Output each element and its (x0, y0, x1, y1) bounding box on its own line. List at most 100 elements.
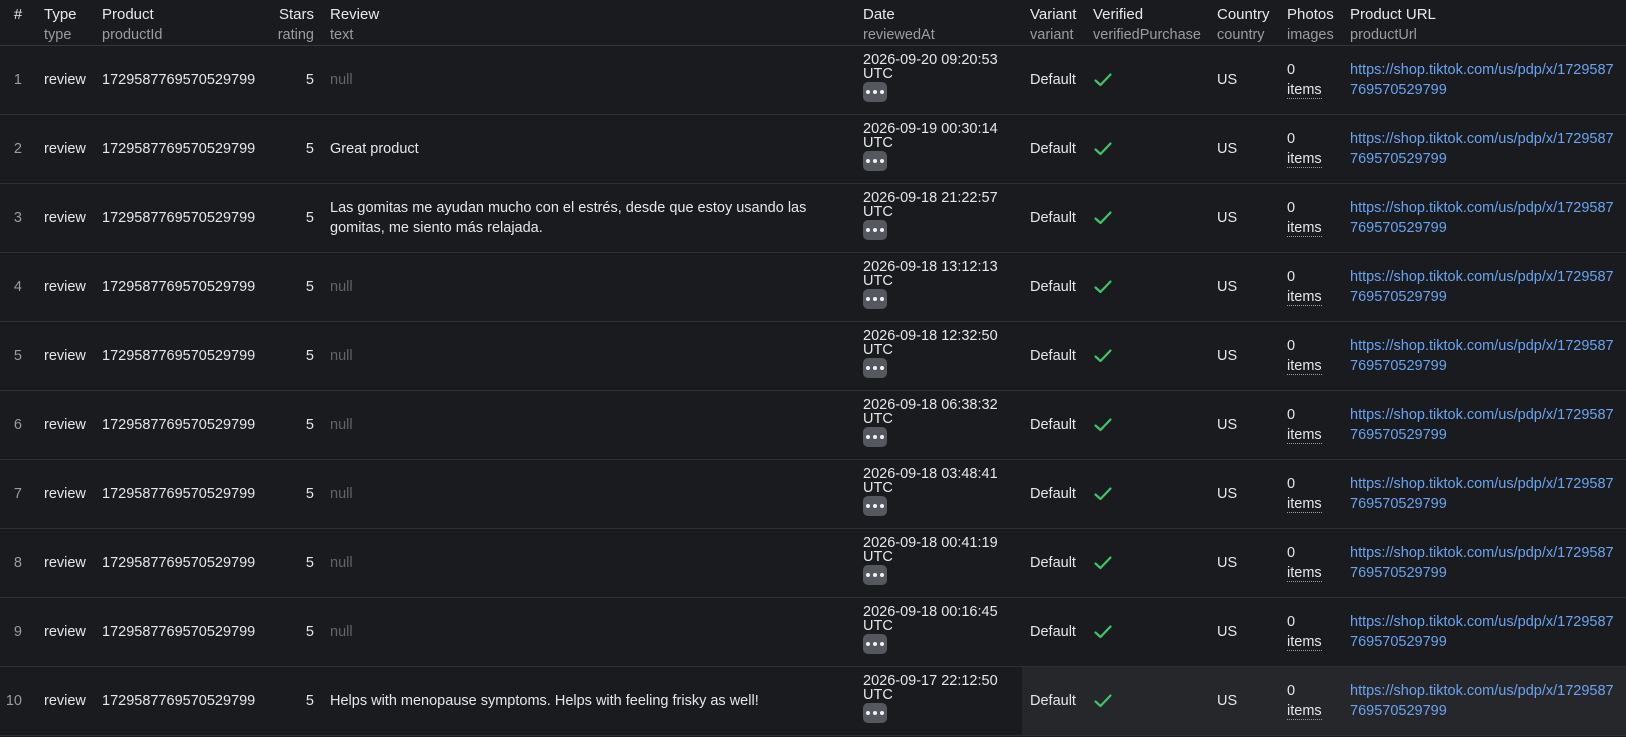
date-text: 2026-09-20 09:20:53 UTC (863, 52, 998, 82)
product-url-link[interactable]: https://shop.tiktok.com/us/pdp/x/1729587… (1350, 198, 1618, 238)
photos-items-link[interactable]: items (1287, 703, 1322, 720)
more-horizontal-icon[interactable] (863, 496, 887, 516)
product-id-cell: 1729587769570529799 (94, 45, 268, 115)
column-title: Variant (1030, 6, 1077, 23)
photos-cell[interactable]: 0 items (1279, 597, 1342, 667)
country-cell: US (1209, 666, 1279, 736)
product-url-link[interactable]: https://shop.tiktok.com/us/pdp/x/1729587… (1350, 612, 1618, 652)
more-horizontal-icon[interactable] (863, 427, 887, 447)
column-header-productUrl[interactable]: Product URL productUrl (1342, 0, 1626, 46)
photos-cell[interactable]: 0 items (1279, 252, 1342, 322)
product-url-link[interactable]: https://shop.tiktok.com/us/pdp/x/1729587… (1350, 129, 1618, 169)
column-header-index[interactable]: # (0, 0, 36, 46)
photos-items-link[interactable]: items (1287, 634, 1322, 651)
photos-items-link[interactable]: items (1287, 358, 1322, 375)
column-key: productUrl (1350, 27, 1417, 43)
date-text: 2026-09-18 03:48:41 UTC (863, 466, 998, 496)
table-row[interactable]: 3 review 1729587769570529799 5 Las gomit… (0, 183, 1626, 253)
rating-cell: 5 (268, 390, 322, 460)
row-number: 2 (0, 114, 36, 184)
photos-count: 0 (1287, 131, 1296, 147)
column-header-productId[interactable]: Product productId (94, 0, 268, 46)
product-id-cell: 1729587769570529799 (94, 597, 268, 667)
rating-cell: 5 (268, 252, 322, 322)
product-url-link[interactable]: https://shop.tiktok.com/us/pdp/x/1729587… (1350, 405, 1618, 445)
more-horizontal-icon[interactable] (863, 289, 887, 309)
table-row[interactable]: 10 review 1729587769570529799 5 Helps wi… (0, 666, 1626, 736)
date-text: 2026-09-18 00:41:19 UTC (863, 535, 998, 565)
type-cell: review (36, 45, 94, 115)
column-header-reviewedAt[interactable]: Date reviewedAt (855, 0, 1022, 46)
product-url-link[interactable]: https://shop.tiktok.com/us/pdp/x/1729587… (1350, 681, 1618, 721)
more-horizontal-icon[interactable] (863, 82, 887, 102)
column-title: Verified (1093, 6, 1144, 23)
product-url-link[interactable]: https://shop.tiktok.com/us/pdp/x/1729587… (1350, 267, 1618, 307)
rating-cell: 5 (268, 321, 322, 391)
more-horizontal-icon[interactable] (863, 358, 887, 378)
photos-count: 0 (1287, 338, 1296, 354)
country-cell: US (1209, 321, 1279, 391)
photos-items-link[interactable]: items (1287, 496, 1322, 513)
photos-cell[interactable]: 0 items (1279, 183, 1342, 253)
type-cell: review (36, 114, 94, 184)
row-number: 8 (0, 528, 36, 598)
product-url-link[interactable]: https://shop.tiktok.com/us/pdp/x/1729587… (1350, 543, 1618, 583)
product-url-link[interactable]: https://shop.tiktok.com/us/pdp/x/1729587… (1350, 474, 1618, 514)
results-table: # Type type Product productId Stars rati… (0, 0, 1626, 736)
table-row[interactable]: 1 review 1729587769570529799 5 null 2026… (0, 45, 1626, 115)
photos-cell[interactable]: 0 items (1279, 114, 1342, 184)
table-row[interactable]: 6 review 1729587769570529799 5 null 2026… (0, 390, 1626, 460)
table-row[interactable]: 2 review 1729587769570529799 5 Great pro… (0, 114, 1626, 184)
more-horizontal-icon[interactable] (863, 220, 887, 240)
more-horizontal-icon[interactable] (863, 565, 887, 585)
table-row[interactable]: 9 review 1729587769570529799 5 null 2026… (0, 597, 1626, 667)
photos-items-link[interactable]: items (1287, 220, 1322, 237)
checkmark-icon (1093, 624, 1201, 640)
more-horizontal-icon[interactable] (863, 703, 887, 723)
product-url-link[interactable]: https://shop.tiktok.com/us/pdp/x/1729587… (1350, 336, 1618, 376)
column-header-rating[interactable]: Stars rating (268, 0, 322, 46)
column-key: rating (277, 27, 314, 43)
photos-cell[interactable]: 0 items (1279, 666, 1342, 736)
review-text-cell: null (322, 321, 855, 391)
photos-count: 0 (1287, 407, 1296, 423)
date-text: 2026-09-18 00:16:45 UTC (863, 604, 998, 634)
product-url-cell: https://shop.tiktok.com/us/pdp/x/1729587… (1342, 597, 1626, 667)
table-row[interactable]: 7 review 1729587769570529799 5 null 2026… (0, 459, 1626, 529)
photos-cell[interactable]: 0 items (1279, 45, 1342, 115)
photos-cell[interactable]: 0 items (1279, 459, 1342, 529)
column-header-variant[interactable]: Variant variant (1022, 0, 1085, 46)
photos-cell[interactable]: 0 items (1279, 528, 1342, 598)
variant-cell: Default (1022, 528, 1085, 598)
column-header-country[interactable]: Country country (1209, 0, 1279, 46)
product-id-cell: 1729587769570529799 (94, 459, 268, 529)
photos-cell[interactable]: 0 items (1279, 321, 1342, 391)
column-header-images[interactable]: Photos images (1279, 0, 1342, 46)
rating-cell: 5 (268, 666, 322, 736)
product-url-cell: https://shop.tiktok.com/us/pdp/x/1729587… (1342, 321, 1626, 391)
table-row[interactable]: 5 review 1729587769570529799 5 null 2026… (0, 321, 1626, 391)
variant-cell: Default (1022, 459, 1085, 529)
more-horizontal-icon[interactable] (863, 151, 887, 171)
photos-items-link[interactable]: items (1287, 82, 1322, 99)
review-text-cell: Las gomitas me ayudan mucho con el estré… (322, 183, 855, 253)
row-number: 6 (0, 390, 36, 460)
country-cell: US (1209, 597, 1279, 667)
photos-items-link[interactable]: items (1287, 565, 1322, 582)
photos-cell[interactable]: 0 items (1279, 390, 1342, 460)
column-key: text (330, 27, 354, 43)
product-url-link[interactable]: https://shop.tiktok.com/us/pdp/x/1729587… (1350, 60, 1618, 100)
photos-items-link[interactable]: items (1287, 289, 1322, 306)
photos-items-link[interactable]: items (1287, 151, 1322, 168)
table-row[interactable]: 8 review 1729587769570529799 5 null 2026… (0, 528, 1626, 598)
column-header-verifiedPurchase[interactable]: Verified verifiedPurchase (1085, 0, 1209, 46)
date-text: 2026-09-18 13:12:13 UTC (863, 259, 998, 289)
verified-cell (1085, 390, 1209, 460)
table-row[interactable]: 4 review 1729587769570529799 5 null 2026… (0, 252, 1626, 322)
photos-items-link[interactable]: items (1287, 427, 1322, 444)
column-header-text[interactable]: Review text (322, 0, 855, 46)
more-horizontal-icon[interactable] (863, 634, 887, 654)
checkmark-icon (1093, 417, 1201, 433)
column-header-type[interactable]: Type type (36, 0, 94, 46)
row-number: 3 (0, 183, 36, 253)
